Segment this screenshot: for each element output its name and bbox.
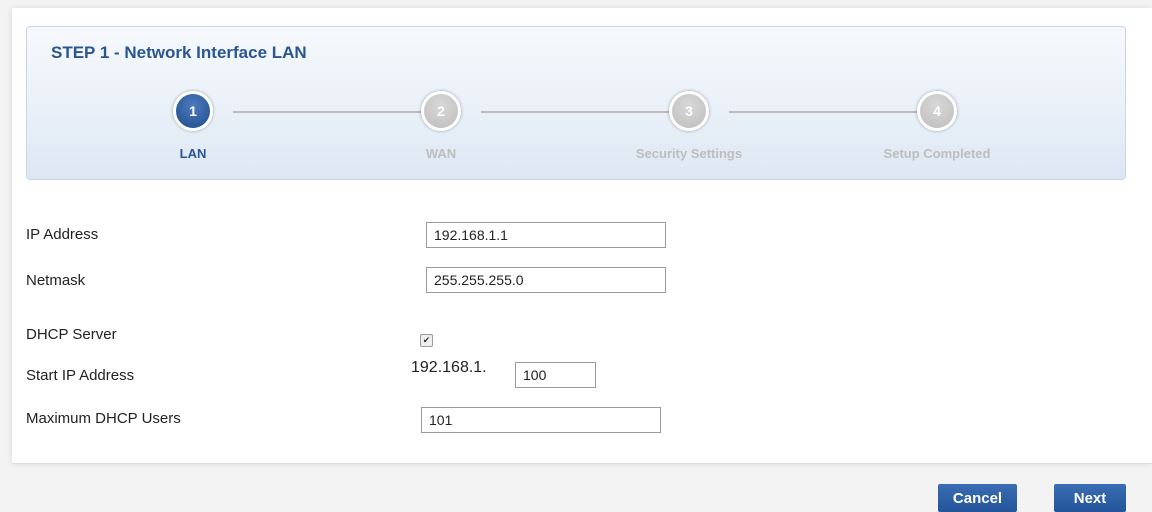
netmask-label: Netmask: [26, 272, 86, 289]
step-2-indicator[interactable]: 2: [421, 91, 461, 131]
start-ip-input[interactable]: [515, 362, 596, 388]
progress-connector: [233, 111, 441, 113]
step-1-label: LAN: [179, 146, 207, 161]
progress-connector: [481, 111, 689, 113]
wizard-progress-header: STEP 1 - Network Interface LAN 1 2 3 4 L…: [26, 26, 1126, 180]
step-4-label: Setup Completed: [883, 146, 991, 161]
step-2-label: WAN: [425, 146, 457, 161]
step-3-indicator[interactable]: 3: [669, 91, 709, 131]
start-ip-label: Start IP Address: [26, 367, 135, 384]
netmask-input[interactable]: [426, 267, 666, 293]
max-dhcp-users-input[interactable]: [421, 407, 661, 433]
start-ip-prefix: 192.168.1.: [411, 359, 487, 376]
ip-address-input[interactable]: [426, 222, 666, 248]
next-button[interactable]: Next: [1054, 484, 1126, 512]
page-title: STEP 1 - Network Interface LAN: [51, 43, 307, 62]
ip-address-label: IP Address: [26, 226, 99, 243]
max-dhcp-users-label: Maximum DHCP Users: [26, 410, 181, 427]
step-3-label: Security Settings: [635, 146, 743, 161]
step-1-indicator[interactable]: 1: [173, 91, 213, 131]
progress-connector: [729, 111, 937, 113]
dhcp-server-label: DHCP Server: [26, 326, 117, 343]
dhcp-server-checkbox[interactable]: ✔: [420, 334, 433, 347]
cancel-button[interactable]: Cancel: [938, 484, 1017, 512]
step-4-indicator[interactable]: 4: [917, 91, 957, 131]
